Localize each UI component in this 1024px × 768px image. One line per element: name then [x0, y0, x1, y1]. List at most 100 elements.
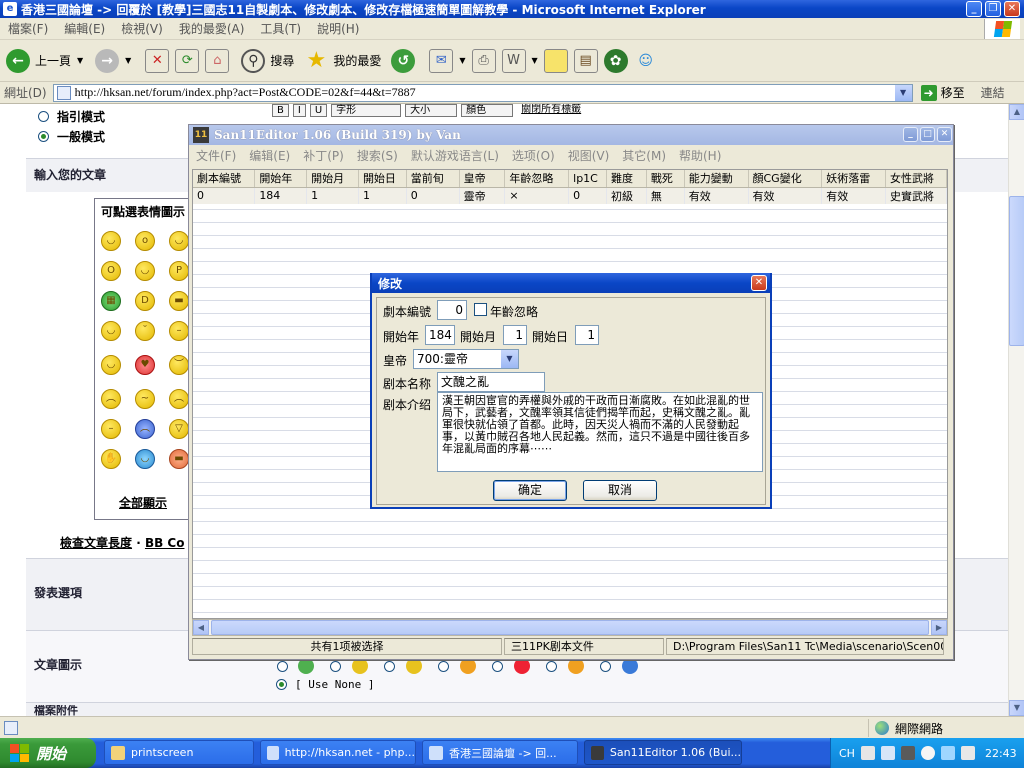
editor-minimize-button[interactable]: _	[903, 127, 918, 142]
start-month-field[interactable]: 1	[503, 325, 527, 345]
menu-edit[interactable]: 編輯(E)	[64, 20, 105, 37]
emperor-select[interactable]: 700:靈帝 ▼	[413, 349, 519, 369]
scroll-thumb[interactable]	[1009, 196, 1024, 346]
cry-emoji-icon[interactable]: ︵	[135, 419, 155, 439]
col-female-officers[interactable]: 女性武將	[885, 170, 947, 188]
post-icon-radio-6[interactable]	[546, 661, 557, 672]
tired-emoji-icon[interactable]: –	[101, 419, 121, 439]
scenario-intro-textarea[interactable]: 漢王朝因宦官的弄權與外戚的干政而日漸腐敗。在如此混亂的世局下，武藝者，文醜率領其…	[437, 392, 763, 472]
messenger-button[interactable]: ☺	[634, 43, 658, 79]
editor-close-button[interactable]: ✕	[937, 127, 952, 142]
happy-emoji-icon[interactable]: ◡	[135, 261, 155, 281]
col-face-cg[interactable]: 顏CG變化	[748, 170, 823, 188]
close-tags-link[interactable]: 關閉所有標籤	[517, 104, 585, 117]
help-icon[interactable]	[880, 746, 895, 760]
col-sorcery[interactable]: 妖術落雷	[821, 170, 887, 188]
editor-maximize-button[interactable]: □	[920, 127, 935, 142]
mail-button[interactable]: ✉ ▼	[429, 43, 466, 79]
shock-emoji-icon[interactable]: O	[101, 261, 121, 281]
keyboard-icon[interactable]	[860, 746, 875, 760]
task-forum[interactable]: 香港三國論壇 -> 回...	[422, 740, 578, 765]
teeth-emoji-icon[interactable]: ▦	[101, 291, 121, 311]
surprised-emoji-icon[interactable]: o	[135, 231, 155, 251]
plugin-button[interactable]: ✿	[603, 43, 628, 79]
menu-file[interactable]: 檔案(F)	[8, 20, 48, 37]
font-select[interactable]: 字形	[331, 104, 402, 117]
edit-button[interactable]: W ▼	[501, 43, 538, 79]
scenario-no-field[interactable]: 0	[437, 300, 467, 320]
tongue-emoji-icon[interactable]: P	[169, 261, 189, 281]
bold-button[interactable]: B	[272, 104, 289, 117]
menu-help[interactable]: 說明(H)	[317, 20, 359, 37]
angry-emoji-icon[interactable]: ︶	[169, 355, 189, 375]
meh-emoji-icon[interactable]: –	[169, 321, 189, 341]
love-emoji-icon[interactable]: ♥	[135, 355, 155, 375]
editor-menu-edit[interactable]: 编辑(E)	[249, 147, 290, 164]
editor-menu-file[interactable]: 文件(F)	[196, 147, 236, 164]
col-death[interactable]: 戰死	[646, 170, 685, 188]
ie-title-bar[interactable]: e 香港三國論壇 -> 回覆於 [教學]三國志11自製劇本、修改劇本、修改存檔極…	[0, 0, 1024, 18]
editor-menu-search[interactable]: 搜索(S)	[357, 147, 398, 164]
network-icon[interactable]	[940, 746, 955, 760]
col-difficulty[interactable]: 難度	[606, 170, 647, 188]
editor-menu-language[interactable]: 默认游戏语言(L)	[411, 147, 499, 164]
edit-dropdown-icon[interactable]: ▼	[532, 56, 538, 65]
home-button[interactable]: ⌂	[205, 43, 230, 79]
worried-emoji-icon[interactable]: ︵	[169, 389, 189, 409]
italic-button[interactable]: I	[292, 104, 306, 117]
close-button[interactable]: ✕	[1004, 1, 1020, 17]
scroll-up-icon[interactable]: ▲	[1009, 104, 1024, 120]
post-icon-radio-3[interactable]	[384, 661, 395, 672]
minimize-button[interactable]: _	[966, 1, 982, 17]
address-dropdown-icon[interactable]: ▼	[894, 84, 912, 101]
col-start-month[interactable]: 開始月	[306, 170, 359, 188]
show-all-link[interactable]: 全部顯示	[119, 494, 167, 511]
grin-emoji-icon[interactable]: ◡	[169, 231, 189, 251]
task-browser-php[interactable]: http://hksan.net - php...	[260, 740, 416, 765]
mode-normal-option[interactable]: 一般模式	[38, 128, 105, 145]
cancel-button[interactable]: 取消	[583, 480, 657, 501]
cool-emoji-icon[interactable]: ▬	[169, 291, 189, 311]
start-button[interactable]: 開始	[0, 738, 96, 768]
col-emperor[interactable]: 皇帝	[459, 170, 506, 188]
history-button[interactable]: ↺	[391, 43, 416, 79]
devil-emoji-icon[interactable]: ▽	[169, 419, 189, 439]
post-icon-radio-5[interactable]	[492, 661, 503, 672]
grid-horizontal-scrollbar[interactable]: ◀ ▶	[192, 619, 948, 636]
forward-button[interactable]: → ▼	[95, 43, 131, 79]
bb-code-link[interactable]: BB Co	[145, 536, 185, 550]
sleepy-emoji-icon[interactable]: ˘	[135, 321, 155, 341]
menu-favorites[interactable]: 我的最愛(A)	[179, 20, 245, 37]
use-none-radio[interactable]	[276, 679, 287, 690]
ignore-age-checkbox[interactable]	[474, 303, 487, 316]
col-ignore-age[interactable]: 年齡忽略	[504, 170, 570, 188]
wink-emoji-icon[interactable]: ◡	[101, 321, 121, 341]
wave-emoji-icon[interactable]: ✋	[101, 449, 121, 469]
col-current-period[interactable]: 當前旬	[406, 170, 460, 188]
col-start-year[interactable]: 開始年	[254, 170, 308, 188]
editor-menu-patch[interactable]: 补丁(P)	[303, 147, 344, 164]
use-none-option[interactable]: [ Use None ]	[276, 678, 374, 691]
color-select[interactable]: 顏色	[461, 104, 514, 117]
mad-emoji-icon[interactable]: ▬	[169, 449, 189, 469]
scroll-right-icon[interactable]: ▶	[931, 620, 947, 635]
underline-button[interactable]: U	[309, 104, 328, 117]
editor-menu-options[interactable]: 选项(O)	[512, 147, 555, 164]
go-button[interactable]: ➜ 移至	[920, 84, 965, 101]
scenario-name-field[interactable]: 文醜之亂	[437, 372, 545, 392]
start-day-field[interactable]: 1	[575, 325, 599, 345]
blush-emoji-icon[interactable]: ◡	[101, 355, 121, 375]
mode-guide-radio[interactable]	[38, 111, 49, 122]
page-vertical-scrollbar[interactable]: ▲ ▼	[1008, 104, 1024, 716]
post-icon-radio-2[interactable]	[330, 661, 341, 672]
editor-menu-view[interactable]: 视图(V)	[568, 147, 610, 164]
research-button[interactable]: ▤	[573, 43, 598, 79]
address-input[interactable]: http://hksan.net/forum/index.php?act=Pos…	[52, 83, 913, 102]
col-ability-change[interactable]: 能力變動	[684, 170, 749, 188]
refresh-button[interactable]: ⟳	[175, 43, 200, 79]
dialog-title-bar[interactable]: 修改 ✕	[372, 273, 770, 293]
col-start-day[interactable]: 開始日	[358, 170, 407, 188]
mode-guide-option[interactable]: 指引模式	[38, 108, 105, 125]
confused-emoji-icon[interactable]: ~	[135, 389, 155, 409]
forward-dropdown-icon[interactable]: ▼	[125, 56, 131, 65]
